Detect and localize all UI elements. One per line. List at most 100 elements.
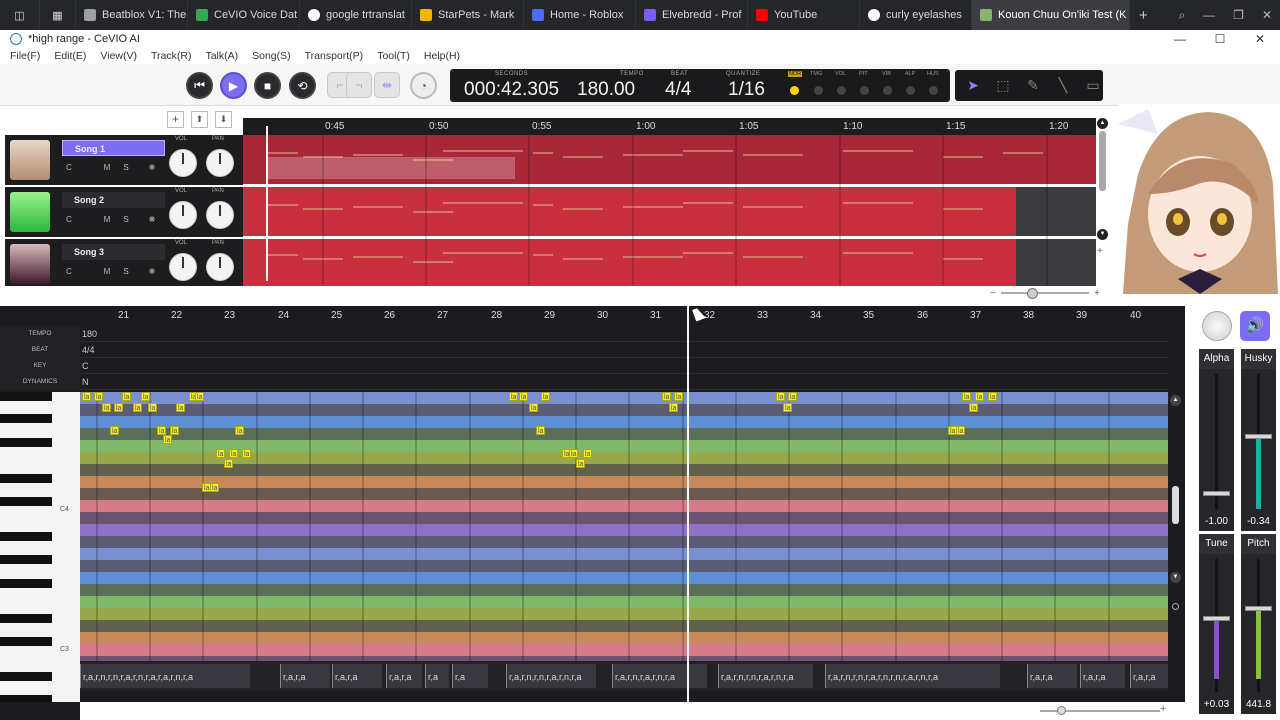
husky-thumb[interactable] bbox=[1245, 434, 1272, 439]
note[interactable]: la bbox=[969, 403, 979, 412]
menu-talk[interactable]: Talk(A) bbox=[205, 50, 238, 62]
measure-ruler[interactable]: 21 22 23 24 25 26 27 28 29 30 31 32 33 3… bbox=[80, 306, 1168, 326]
note[interactable]: la bbox=[141, 392, 151, 401]
pitch-thumb[interactable] bbox=[1245, 606, 1272, 611]
browser-tab-active[interactable]: Kouon Chuu On'iki Test (K bbox=[972, 0, 1130, 30]
piano-keyboard[interactable]: C4 C3 bbox=[0, 392, 80, 702]
note[interactable]: la bbox=[962, 392, 972, 401]
restore-icon[interactable]: ❐ bbox=[1233, 8, 1244, 22]
note[interactable]: la bbox=[242, 449, 252, 458]
vol-knob[interactable] bbox=[169, 201, 197, 229]
note[interactable]: la bbox=[216, 449, 226, 458]
phoneme-block[interactable]: r,a bbox=[452, 664, 488, 688]
vol-knob[interactable] bbox=[169, 149, 197, 177]
track-name[interactable]: Song 2 bbox=[62, 192, 165, 208]
zoom-in-icon[interactable]: + bbox=[1097, 246, 1111, 257]
editor-playhead[interactable] bbox=[687, 306, 689, 702]
browser-tab[interactable]: curly eyelashes bbox=[860, 0, 972, 30]
tempo-row-value[interactable]: 180 bbox=[82, 326, 97, 342]
note[interactable]: la bbox=[529, 403, 539, 412]
play-note-knob[interactable] bbox=[1202, 311, 1232, 341]
param-alp-toggle[interactable] bbox=[906, 86, 915, 95]
rewind-button[interactable]: ⏮ bbox=[186, 72, 213, 99]
note-horizontal-scrollbar[interactable]: + bbox=[80, 702, 1185, 720]
add-track-button[interactable]: + bbox=[167, 111, 184, 128]
phoneme-block[interactable]: r,a bbox=[425, 664, 449, 688]
note[interactable]: la bbox=[583, 449, 593, 458]
note[interactable]: la bbox=[509, 392, 519, 401]
scroll-thumb[interactable] bbox=[1099, 131, 1106, 191]
browser-tab[interactable]: CeVIO Voice Dat bbox=[188, 0, 300, 30]
track-header[interactable]: Song 2 C M S ❋ VOL PAN bbox=[5, 187, 243, 237]
track-mute-button[interactable]: M bbox=[100, 213, 114, 227]
track-c-button[interactable]: C bbox=[62, 265, 76, 279]
phoneme-block[interactable]: r,a,r,n,r,n,r,a,r,n,r,a,r,a,r,n,r,a bbox=[80, 664, 250, 688]
phoneme-block[interactable]: r,a,r,n,r,n,r,a,r,n,r,a bbox=[718, 664, 813, 688]
note[interactable]: la bbox=[170, 426, 180, 435]
zoom-in-icon[interactable]: + bbox=[1094, 288, 1100, 299]
menu-edit[interactable]: Edit(E) bbox=[54, 50, 86, 62]
phoneme-block[interactable]: r,a,r,n,r,a,r,n,r,a bbox=[612, 664, 707, 688]
pan-knob[interactable] bbox=[206, 201, 234, 229]
note[interactable]: la bbox=[122, 392, 132, 401]
zoom-in-icon[interactable]: + bbox=[1160, 703, 1166, 715]
browser-tab[interactable]: StarPets - Mark bbox=[412, 0, 524, 30]
key-row-value[interactable]: C bbox=[82, 358, 89, 374]
tune-slider[interactable]: Tune +0.03 bbox=[1199, 534, 1234, 714]
track-solo-button[interactable]: S bbox=[119, 265, 133, 279]
tune-thumb[interactable] bbox=[1203, 616, 1230, 621]
line-tool-icon[interactable]: ╲ bbox=[1053, 77, 1073, 94]
close-icon[interactable]: ✕ bbox=[1262, 8, 1272, 22]
browser-menu-icon[interactable]: ◫ bbox=[0, 0, 40, 30]
beat-value[interactable]: 4/4 bbox=[665, 79, 691, 101]
note[interactable]: la bbox=[176, 403, 186, 412]
menu-view[interactable]: View(V) bbox=[100, 50, 137, 62]
track-name[interactable]: Song 3 bbox=[62, 244, 165, 260]
note[interactable]: la bbox=[975, 392, 985, 401]
alpha-slider[interactable]: Alpha -1.00 bbox=[1199, 349, 1234, 531]
alpha-thumb[interactable] bbox=[1203, 491, 1230, 496]
track-mute-button[interactable]: M bbox=[100, 265, 114, 279]
track-time-ruler[interactable]: 0:45 0:50 0:55 1:00 1:05 1:10 1:15 1:20 bbox=[243, 118, 1096, 135]
track-solo-button[interactable]: S bbox=[119, 213, 133, 227]
note[interactable]: la bbox=[776, 392, 786, 401]
new-tab-icon[interactable]: + bbox=[1130, 7, 1157, 24]
note[interactable]: la bbox=[569, 449, 579, 458]
note[interactable]: la bbox=[788, 392, 798, 401]
menu-file[interactable]: File(F) bbox=[10, 50, 40, 62]
move-track-up-icon[interactable]: ⬆ bbox=[191, 111, 208, 128]
track-zoom-slider[interactable]: − + bbox=[990, 288, 1100, 299]
note[interactable]: la bbox=[110, 426, 120, 435]
note[interactable]: la bbox=[669, 403, 679, 412]
note[interactable]: la bbox=[229, 449, 239, 458]
phoneme-block[interactable]: r,a,r,a bbox=[332, 664, 382, 688]
phoneme-block[interactable]: r,a,r,n,r,n,r,a,r,n,r,a bbox=[506, 664, 596, 688]
note[interactable]: la bbox=[988, 392, 998, 401]
track-header[interactable]: Song 3 C M S ❋ VOL PAN bbox=[5, 239, 243, 286]
phoneme-block[interactable]: r,a,r,a bbox=[280, 664, 330, 688]
track-c-button[interactable]: C bbox=[62, 161, 76, 175]
scroll-up-icon[interactable]: ▲ bbox=[1170, 395, 1181, 406]
param-pit-toggle[interactable] bbox=[860, 86, 869, 95]
note[interactable]: la bbox=[94, 392, 104, 401]
pencil-tool-icon[interactable]: ✎ bbox=[1023, 77, 1043, 94]
maximize-icon[interactable]: ☐ bbox=[1200, 30, 1240, 48]
phoneme-block[interactable]: r,a,r,a bbox=[1027, 664, 1077, 688]
browser-tab[interactable]: ▦ bbox=[40, 0, 76, 30]
zoom-out-icon[interactable]: − bbox=[990, 288, 996, 299]
beat-row-value[interactable]: 4/4 bbox=[82, 342, 95, 358]
note[interactable]: la bbox=[541, 392, 551, 401]
param-vib-toggle[interactable] bbox=[883, 86, 892, 95]
minimize-icon[interactable]: — bbox=[1160, 30, 1200, 48]
note[interactable]: la bbox=[224, 459, 234, 468]
menu-transport[interactable]: Transport(P) bbox=[305, 50, 364, 62]
note[interactable]: la bbox=[576, 459, 586, 468]
track-vertical-scrollbar[interactable]: ▲ ▼ + bbox=[1097, 118, 1111, 288]
track-solo-button[interactable]: S bbox=[119, 161, 133, 175]
browser-tab[interactable]: google trtranslat bbox=[300, 0, 412, 30]
note[interactable]: la bbox=[783, 403, 793, 412]
husky-slider[interactable]: Husky -0.34 bbox=[1241, 349, 1276, 531]
browser-tab[interactable]: Beatblox V1: The bbox=[76, 0, 188, 30]
note-vertical-scrollbar[interactable]: ▲ ▼ bbox=[1168, 392, 1185, 702]
menu-song[interactable]: Song(S) bbox=[252, 50, 291, 62]
